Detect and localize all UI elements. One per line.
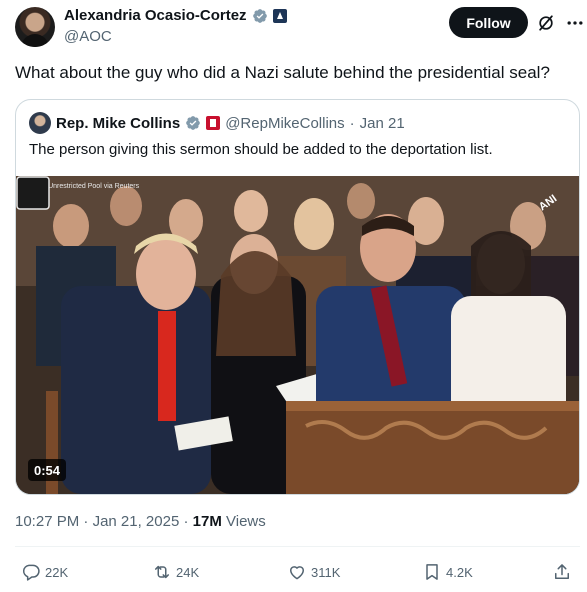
meta-separator: · [349,114,355,132]
repost-icon [155,565,169,579]
government-badge-icon [272,8,287,23]
views-label: Views [226,513,266,530]
meta-separator: · [83,513,89,530]
verified-badge-icon [186,116,201,130]
verified-badge-icon [252,8,267,23]
author-name-row: Alexandria Ocasio-Cortez [64,7,287,24]
grok-icon[interactable] [536,13,556,33]
tweet-timestamp: 10:27 PM · Jan 21, 2025 · 17M Views [15,513,266,530]
congress-seal-icon [206,116,221,130]
meta-separator: · [183,513,189,530]
like-count: 311K [311,564,341,580]
video-thumbnail [16,176,579,494]
repost-count: 24K [176,564,200,580]
tweet-time[interactable]: 10:27 PM [15,513,79,530]
tweet-header: Alexandria Ocasio-Cortez @AOC Follow [15,7,583,47]
video-player[interactable]: Source: Unrestricted Pool via Reuters AN… [16,176,579,494]
follow-button[interactable]: Follow [449,7,528,38]
quoted-tweet[interactable]: Rep. Mike Collins @RepMikeCollins · Jan … [15,99,580,495]
share-button[interactable] [552,558,572,586]
bookmark-button[interactable]: 4.2K [422,558,473,586]
repost-button[interactable]: 24K [152,558,199,586]
divider [15,546,580,547]
tweet-date[interactable]: Jan 21, 2025 [93,513,180,530]
ani-logo-icon [16,176,50,210]
reply-icon [22,564,40,581]
reply-count: 22K [45,564,69,580]
author-handle[interactable]: @AOC [64,28,112,45]
quoted-author-name[interactable]: Rep. Mike Collins [56,115,180,132]
like-icon [290,566,304,580]
quoted-tweet-date[interactable]: Jan 21 [360,115,405,132]
author-name[interactable]: Alexandria Ocasio-Cortez [64,7,247,24]
bookmark-count: 4.2K [446,564,473,580]
views-count: 17M [192,513,222,530]
video-duration: 0:54 [28,459,67,481]
quoted-tweet-header: Rep. Mike Collins @RepMikeCollins · Jan … [29,112,405,134]
reply-button[interactable]: 22K [21,558,68,586]
like-button[interactable]: 311K [287,558,340,586]
quoted-author-avatar[interactable] [29,112,51,134]
quoted-author-handle[interactable]: @RepMikeCollins [225,115,344,132]
bookmark-icon [426,564,438,580]
share-icon [555,564,569,579]
action-bar: 22K 24K 311K 4.2K [15,558,580,586]
tweet-text: What about the guy who did a Nazi salute… [15,63,550,82]
quoted-tweet-text: The person giving this sermon should be … [29,141,493,158]
author-avatar[interactable] [15,7,55,47]
more-icon[interactable] [565,13,585,33]
